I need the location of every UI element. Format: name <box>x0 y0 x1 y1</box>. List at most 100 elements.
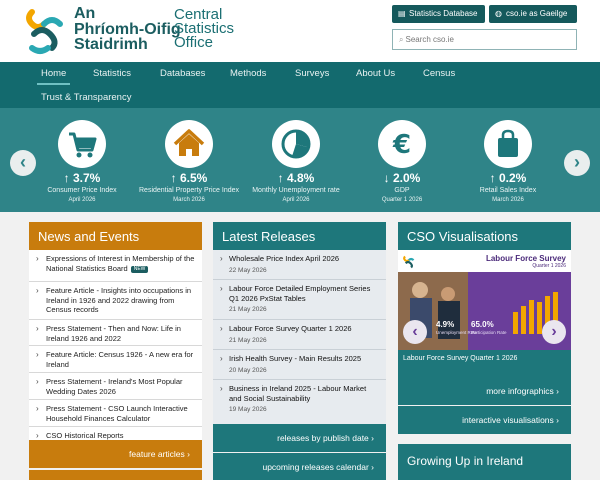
release-item[interactable]: › Labour Force Detailed Employment Serie… <box>213 280 386 320</box>
statistics-database-button[interactable]: ▤ Statistics Database <box>392 5 485 23</box>
logo-english-line: Office <box>174 34 213 51</box>
news-item[interactable]: › Press Statement - Ireland's Most Popul… <box>29 373 202 400</box>
stat-value-text: 4.8% <box>286 171 315 185</box>
stat-label: Monthly Unemployment rate <box>252 187 340 194</box>
chevron-right-icon: › <box>36 254 39 263</box>
news-item[interactable]: › Press Statement - Then and Now: Life i… <box>29 320 202 346</box>
stat-label: Residential Property Price Index <box>139 187 239 194</box>
nav-census[interactable]: Census <box>423 68 455 79</box>
nav-methods[interactable]: Methods <box>230 68 266 79</box>
feature-articles-link[interactable]: feature articles › <box>29 440 202 468</box>
release-item[interactable]: › Wholesale Price Index April 2026 22 Ma… <box>213 250 386 280</box>
search-icon: ⌕ <box>399 35 404 44</box>
new-badge: NEW <box>130 265 149 273</box>
stat-cpi[interactable]: ↑ 3.7% Consumer Price Index April 2026 <box>27 120 137 203</box>
stat-value: ↑ 6.5% <box>170 171 208 185</box>
gaeilge-label: cso.ie as Gaeilge <box>506 9 568 18</box>
more-news-link[interactable] <box>29 470 202 480</box>
nav-statistics[interactable]: Statistics <box>93 68 131 79</box>
nav-surveys[interactable]: Surveys <box>295 68 329 79</box>
logo-irish-line: Staidrimh <box>74 36 148 53</box>
chevron-left-icon: ‹ <box>412 323 418 340</box>
news-item[interactable]: › Feature Article - Insights into occupa… <box>29 282 202 320</box>
news-list: › Expressions of Interest in Membership … <box>29 250 202 440</box>
main-nav: Home Statistics Databases Methods Survey… <box>0 62 600 108</box>
infographic-subtitle: Quarter 1 2026 <box>532 263 566 269</box>
stat-value-text: 6.5% <box>179 171 208 185</box>
stat-label: GDP <box>394 187 410 194</box>
news-item[interactable]: › CSO Historical Reports <box>29 427 202 440</box>
release-title: Labour Force Survey Quarter 1 2026 <box>229 324 352 333</box>
interactive-visualisations-link[interactable]: interactive visualisations › <box>398 406 571 434</box>
cso-logo-icon <box>403 255 415 269</box>
carousel-next-button[interactable]: › <box>564 150 590 176</box>
more-infographics-label: more infographics <box>486 386 554 396</box>
logo-irish-text[interactable]: An Phríomh-Oifig Staidrimh <box>74 6 181 53</box>
release-item[interactable]: › Irish Health Survey - Main Results 202… <box>213 350 386 380</box>
stat-rppi[interactable]: ↑ 6.5% Residential Property Price Index … <box>134 120 244 203</box>
release-date: 21 May 2026 <box>229 336 267 344</box>
chevron-right-icon: › <box>556 415 559 425</box>
cso-visualisations-title: CSO Visualisations <box>398 222 571 250</box>
upcoming-releases-label: upcoming releases calendar <box>262 462 369 472</box>
stat-value: ↑ 4.8% <box>277 171 315 185</box>
upcoming-releases-link[interactable]: upcoming releases calendar › <box>213 453 386 480</box>
release-title: Wholesale Price Index April 2026 <box>229 254 340 263</box>
nav-databases[interactable]: Databases <box>160 68 205 79</box>
logo-irish-line: Phríomh-Oifig <box>74 20 181 38</box>
stat-value-text: 3.7% <box>72 171 101 185</box>
gaeilge-button[interactable]: ◍ cso.ie as Gaeilge <box>489 5 577 23</box>
stat-value: ↑ 0.2% <box>489 171 527 185</box>
stat-value: ↓ 2.0% <box>383 171 421 185</box>
cso-logo-icon[interactable] <box>22 4 68 56</box>
database-icon: ▤ <box>398 9 406 18</box>
search-input[interactable]: ⌕ Search cso.ie <box>392 29 577 50</box>
news-item-text: Press Statement - Then and Now: Life in … <box>46 324 181 343</box>
vis-next-button[interactable]: › <box>542 320 566 344</box>
news-item-text: Feature Article - Insights into occupati… <box>46 286 192 314</box>
stat-value: ↑ 3.7% <box>63 171 101 185</box>
release-item[interactable]: › Labour Force Survey Quarter 1 2026 21 … <box>213 320 386 350</box>
news-events-title: News and Events <box>29 222 202 250</box>
chevron-right-icon: › <box>556 386 559 396</box>
more-infographics-link[interactable]: more infographics › <box>398 377 571 405</box>
globe-icon: ◍ <box>495 9 502 18</box>
cart-icon <box>58 120 106 168</box>
vis-prev-button[interactable]: ‹ <box>403 320 427 344</box>
stat-date: Quarter 1 2026 <box>381 197 423 203</box>
site-header: An Phríomh-Oifig Staidrimh Central Stati… <box>0 0 600 62</box>
stat-retail[interactable]: ↑ 0.2% Retail Sales Index March 2026 <box>453 120 563 203</box>
chevron-right-icon: › <box>36 377 39 386</box>
logo-english-text[interactable]: Central Statistics Office <box>174 7 234 51</box>
chevron-right-icon: › <box>551 323 557 340</box>
nav-home[interactable]: Home <box>36 68 71 85</box>
news-item[interactable]: › Feature Article: Census 1926 - A new e… <box>29 346 202 373</box>
news-item[interactable]: › Expressions of Interest in Membership … <box>29 250 202 282</box>
stat-label: Consumer Price Index <box>47 187 117 194</box>
release-date: 22 May 2026 <box>229 266 267 274</box>
svg-text:€: € <box>392 130 411 160</box>
release-date: 19 May 2026 <box>229 406 267 413</box>
infographic-caption: Labour Force Survey Quarter 1 2026 <box>398 350 571 377</box>
chevron-right-icon: › <box>220 384 223 393</box>
releases-by-date-link[interactable]: releases by publish date › <box>213 424 386 452</box>
release-title: Business in Ireland 2025 - Labour Market… <box>229 384 367 403</box>
bag-icon <box>484 120 532 168</box>
logo-irish-line: An <box>74 5 96 22</box>
participation-stat: 65.0% <box>471 320 494 329</box>
news-item[interactable]: › Press Statement - CSO Launch Interacti… <box>29 400 202 427</box>
chevron-right-icon: › <box>371 462 374 472</box>
participation-stat-label: Participation Rate <box>471 330 507 335</box>
euro-icon: € <box>378 120 426 168</box>
unemployment-stat: 4.9% <box>436 320 455 329</box>
stat-unemployment[interactable]: ↑ 4.8% Monthly Unemployment rate April 2… <box>241 120 351 203</box>
stat-gdp[interactable]: € ↓ 2.0% GDP Quarter 1 2026 <box>347 120 457 203</box>
chevron-right-icon: › <box>220 354 223 363</box>
chevron-right-icon: › <box>36 286 39 295</box>
release-item[interactable]: › Business in Ireland 2025 - Labour Mark… <box>213 380 386 424</box>
nav-about-us[interactable]: About Us <box>356 68 395 79</box>
chevron-right-icon: › <box>220 284 223 293</box>
visualisation-carousel[interactable]: Labour Force Survey Quarter 1 2026 4.9% … <box>398 250 571 377</box>
nav-trust-transparency[interactable]: Trust & Transparency <box>41 92 131 103</box>
chevron-right-icon: › <box>220 254 223 263</box>
